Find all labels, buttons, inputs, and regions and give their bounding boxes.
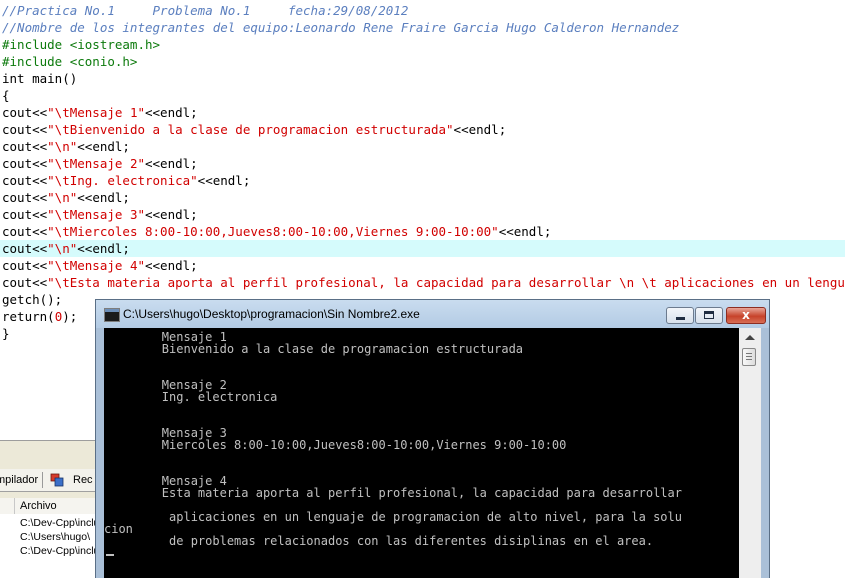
- console-line: Ing. electronica: [104, 390, 278, 404]
- console-line: Esta materia aporta al perfil profesiona…: [104, 486, 682, 500]
- file-list: C:\Dev-Cpp\include C:\Users\hugo\ C:\Dev…: [0, 514, 96, 579]
- code-preprocessor: #include <conio.h>: [2, 54, 138, 69]
- code-text: cout<<: [2, 139, 48, 154]
- code-text: cout<<: [2, 275, 48, 290]
- console-line: de problemas relacionados con las difere…: [104, 534, 654, 548]
- file-row[interactable]: C:\Dev-Cpp\include: [20, 516, 96, 530]
- code-line: cout<<"\tMensaje 4"<<endl;: [2, 257, 198, 274]
- code-line: }: [2, 325, 10, 342]
- console-line: Bienvenido a la clase de programacion es…: [104, 342, 524, 356]
- column-separator: [14, 498, 15, 514]
- maximize-icon: [704, 311, 714, 319]
- close-button[interactable]: x: [726, 307, 766, 324]
- code-comment: //Nombre de los integrantes del equipo:L…: [2, 20, 680, 35]
- code-preprocessor: #include <iostream.h>: [2, 37, 161, 52]
- code-line: {: [2, 87, 10, 104]
- code-line: cout<<"\tIng. electronica"<<endl;: [2, 172, 250, 189]
- code-line: cout<<"\n"<<endl;: [0, 240, 845, 257]
- console-scrollbar[interactable]: [739, 328, 761, 578]
- code-text: <<endl;: [77, 190, 130, 205]
- code-text: cout<<: [2, 224, 48, 239]
- text-cursor: [106, 554, 114, 556]
- code-string: "\tEsta materia aporta al perfil profesi…: [47, 275, 845, 290]
- code-text: <<endl;: [145, 207, 198, 222]
- bottom-tab-bar: mpilador Rec: [0, 469, 96, 492]
- code-text: cout<<: [2, 156, 48, 171]
- code-text: cout<<: [2, 190, 48, 205]
- code-string: "\tMiercoles 8:00-10:00,Jueves8:00-10:00…: [47, 224, 499, 239]
- code-text: cout<<: [2, 258, 48, 273]
- code-text: <<endl;: [145, 156, 198, 171]
- console-window: C:\Users\hugo\Desktop\programacion\Sin N…: [95, 299, 770, 578]
- code-string: "\n": [47, 139, 78, 154]
- code-text: <<endl;: [77, 139, 130, 154]
- code-string: "\tIng. electronica": [47, 173, 198, 188]
- code-text: {: [2, 88, 10, 103]
- tab-resources[interactable]: Rec: [50, 472, 96, 488]
- file-row[interactable]: C:\Dev-Cpp\include: [20, 544, 96, 558]
- minimize-button[interactable]: [666, 307, 694, 324]
- console-title: C:\Users\hugo\Desktop\programacion\Sin N…: [123, 307, 420, 321]
- code-string: "\tMensaje 1": [47, 105, 145, 120]
- code-text: <<endl;: [77, 241, 130, 256]
- code-line: cout<<"\n"<<endl;: [2, 189, 130, 206]
- tab-resources-label: Rec: [73, 474, 93, 486]
- code-line: cout<<"\tMensaje 3"<<endl;: [2, 206, 198, 223]
- window-frame: [761, 328, 769, 578]
- resources-icon: [50, 473, 64, 487]
- code-comment: //Practica No.1 Problema No.1 fecha:29/0…: [2, 3, 409, 18]
- code-text: cout<<: [2, 241, 48, 256]
- code-string: "\n": [47, 190, 78, 205]
- code-line: #include <conio.h>: [2, 53, 137, 70]
- code-line: cout<<"\n"<<endl;: [2, 138, 130, 155]
- code-string: "\n": [47, 241, 78, 256]
- code-line: cout<<"\tEsta materia aporta al perfil p…: [2, 274, 845, 291]
- code-line: #include <iostream.h>: [2, 36, 160, 53]
- console-titlebar[interactable]: C:\Users\hugo\Desktop\programacion\Sin N…: [96, 300, 769, 328]
- code-line: return(0);: [2, 308, 77, 325]
- scroll-grip: [746, 353, 752, 361]
- code-text: <<endl;: [453, 122, 507, 137]
- code-text: getch();: [2, 292, 63, 307]
- code-line: cout<<"\tBienvenido a la clase de progra…: [2, 121, 506, 138]
- code-string: "\tMensaje 3": [47, 207, 145, 222]
- code-line: //Practica No.1 Problema No.1 fecha:29/0…: [2, 2, 408, 19]
- scroll-thumb[interactable]: [742, 348, 756, 366]
- file-row[interactable]: C:\Users\hugo\: [20, 530, 90, 544]
- code-text: <<endl;: [145, 105, 198, 120]
- code-text: cout<<: [2, 173, 48, 188]
- code-string: "\tMensaje 4": [47, 258, 145, 273]
- code-string: "\tBienvenido a la clase de programacion…: [47, 122, 454, 137]
- code-line: cout<<"\tMensaje 2"<<endl;: [2, 155, 198, 172]
- code-text: return(: [2, 309, 55, 324]
- code-text: cout<<: [2, 122, 48, 137]
- code-text: );: [62, 309, 78, 324]
- code-text: }: [2, 326, 10, 341]
- code-text: <<endl;: [197, 173, 251, 188]
- code-line: //Nombre de los integrantes del equipo:L…: [2, 19, 679, 36]
- maximize-button[interactable]: [695, 307, 723, 324]
- code-string: "\tMensaje 2": [47, 156, 145, 171]
- code-line: getch();: [2, 291, 62, 308]
- console-line: Miercoles 8:00-10:00,Jueves8:00-10:00,Vi…: [104, 438, 567, 452]
- console-output[interactable]: Mensaje 1 Bienvenido a la clase de progr…: [104, 328, 739, 578]
- console-app-icon: [104, 308, 120, 322]
- code-text: <<endl;: [498, 224, 552, 239]
- minimize-icon: [676, 317, 685, 320]
- file-column-label: Archivo: [20, 500, 57, 512]
- code-line: cout<<"\tMiercoles 8:00-10:00,Jueves8:00…: [2, 223, 551, 240]
- scroll-up-arrow-icon[interactable]: [741, 330, 758, 346]
- code-text: cout<<: [2, 207, 48, 222]
- console-line: aplicaciones en un lenguaje de programac…: [104, 510, 682, 524]
- code-text: int main(): [2, 71, 78, 86]
- code-text: <<endl;: [145, 258, 198, 273]
- ide-bottom-panel: mpilador Rec Archivo C:\Dev-Cpp\include …: [0, 440, 96, 579]
- file-column-header[interactable]: Archivo: [0, 498, 96, 515]
- code-text: cout<<: [2, 105, 48, 120]
- tab-compiler-label: mpilador: [0, 474, 39, 486]
- tab-compiler[interactable]: mpilador: [0, 472, 43, 488]
- code-line: int main(): [2, 70, 77, 87]
- code-line: cout<<"\tMensaje 1"<<endl;: [2, 104, 198, 121]
- close-icon: x: [742, 308, 750, 322]
